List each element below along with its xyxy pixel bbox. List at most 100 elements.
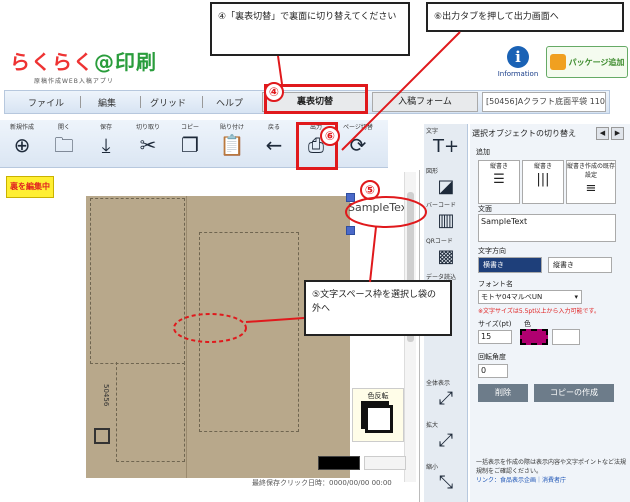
font-label: フォント名 xyxy=(478,280,513,288)
tool-label: 貼り付け xyxy=(219,124,244,131)
text-color-swatch[interactable] xyxy=(520,329,548,345)
folder-icon: 🗀 xyxy=(54,133,74,157)
input-form-button[interactable]: 入稿フォーム xyxy=(372,92,478,112)
barcode-icon: ▥ xyxy=(437,210,455,231)
copy-button[interactable]: コピー ❐ xyxy=(174,122,206,168)
text-label: 文面 xyxy=(478,205,492,213)
lines-icon: ≡ xyxy=(585,181,597,196)
print-area-left xyxy=(90,198,185,364)
vertical-template[interactable]: 縦書き ||| xyxy=(522,160,564,204)
template-select[interactable]: [50456]Aクラフト底面平袋 110… xyxy=(482,92,606,112)
default-template[interactable]: 縦書き作成の既存設定 ≡ xyxy=(566,160,616,204)
background-color-swatch[interactable] xyxy=(552,329,580,345)
font-select[interactable]: モトヤ04マルベUN ▾ xyxy=(478,290,582,304)
text-content-field[interactable]: SampleText xyxy=(478,214,616,242)
color-black-button[interactable] xyxy=(318,456,360,470)
barcode-tool[interactable]: バーコード ▥ xyxy=(426,200,466,233)
information-button[interactable]: i Information xyxy=(496,46,540,84)
fit-view-tool[interactable]: 全体表示 ⤢ xyxy=(426,378,466,411)
menu-edit[interactable]: 編集 xyxy=(98,96,116,109)
menu-divider xyxy=(140,96,141,108)
fit-icon: ⤢ xyxy=(438,388,454,409)
zoom-out-tool[interactable]: 縮小 ⤡ xyxy=(426,462,466,495)
info-icon: i xyxy=(507,46,529,68)
duplicate-button[interactable]: コピーの作成 xyxy=(534,384,614,402)
selection-handle[interactable] xyxy=(346,226,355,235)
step6-marker: ⑥ xyxy=(320,126,340,146)
next-object-button[interactable]: ▶ xyxy=(611,127,624,140)
callout-step4: ④「裏表切替」で裏面に切り替えてください xyxy=(210,2,410,56)
shape-icon: ◪ xyxy=(437,176,455,197)
new-button[interactable]: 新規作成 ⊕ xyxy=(6,122,38,168)
menu-divider xyxy=(80,96,81,108)
print-area-center xyxy=(199,232,299,432)
last-saved-time: 最終保存クリック日時：0000/00/00 00:00 xyxy=(252,479,392,487)
shape-tool[interactable]: 図形 ◪ xyxy=(426,166,466,199)
menu-grid[interactable]: グリッド xyxy=(150,96,186,109)
menu-file[interactable]: ファイル xyxy=(28,96,64,109)
cut-button[interactable]: 切り取り ✂ xyxy=(132,122,164,168)
bag-qr-mark xyxy=(94,428,110,444)
color-reverse-icon xyxy=(365,405,393,433)
orient-label: 縦書き xyxy=(533,163,552,170)
text-tool[interactable]: 文字 T+ xyxy=(426,126,466,159)
tool-label: ページ切替 xyxy=(343,124,373,131)
tool-label: 新規作成 xyxy=(9,124,34,131)
consumer-agency-link[interactable]: リンク：食品表示企画｜消費者庁 xyxy=(476,476,626,485)
rotation-label: 回転角度 xyxy=(478,353,506,361)
selection-handle[interactable] xyxy=(346,193,355,202)
connector-step4 xyxy=(277,55,283,85)
menu-help[interactable]: ヘルプ xyxy=(216,96,243,109)
chevron-down-icon: ▾ xyxy=(574,293,578,301)
vertical-direction-button[interactable]: 縦書き xyxy=(548,257,612,273)
page-switch-button[interactable]: ページ切替 ⟳ xyxy=(342,122,374,168)
callout-step6: ⑥出力タブを押して出力画面へ xyxy=(426,2,624,32)
refresh-icon: ⟳ xyxy=(349,133,367,157)
font-size-input[interactable]: 15 xyxy=(478,330,512,344)
back-side-badge: 裏を編集中 xyxy=(6,176,54,198)
new-file-icon: ⊕ xyxy=(13,133,31,157)
color-label: 色 xyxy=(524,320,531,328)
package-add-button[interactable]: パッケージ追加 xyxy=(546,46,628,78)
fold-line xyxy=(186,196,187,478)
tool-label: バーコード xyxy=(426,202,457,209)
qr-icon: ▩ xyxy=(437,246,455,267)
add-label: 追加 xyxy=(476,148,490,156)
save-button[interactable]: 保存 ⤓ xyxy=(90,122,122,168)
tool-label: 文字 xyxy=(426,128,439,135)
arrow-left-icon: ← xyxy=(265,133,283,157)
clipboard-icon: 📋 xyxy=(219,133,245,157)
panel-footnote: 一括表示を作成の際は表示内容や文字ポイントなど法規規制をご確認ください。 リンク… xyxy=(476,458,626,485)
panel-title: 選択オブジェクトの切り替え xyxy=(472,129,576,138)
horizontal-template[interactable]: 縦書き ☰ xyxy=(478,160,520,204)
download-icon: ⤓ xyxy=(101,133,111,157)
rotation-input[interactable]: 0 xyxy=(478,364,508,378)
horizontal-direction-button[interactable]: 横書き xyxy=(478,257,542,273)
tool-label: 保存 xyxy=(99,124,112,131)
logo-text-green: @印刷 xyxy=(94,50,157,74)
orient-label: 縦書き作成の既存設定 xyxy=(567,163,616,179)
qr-tool[interactable]: QRコード ▩ xyxy=(426,236,466,269)
color-reverse-panel[interactable]: 色反転 xyxy=(352,388,404,442)
bag-template[interactable]: 50456 xyxy=(86,196,350,478)
vertical-lines-icon: ||| xyxy=(536,172,550,187)
app-logo: らくらく@印刷 原稿作成WEB入稿アプリ xyxy=(10,46,170,86)
step5-marker: ⑤ xyxy=(360,180,380,200)
undo-button[interactable]: 戻る ← xyxy=(258,122,290,168)
color-white-button[interactable] xyxy=(364,456,406,470)
scissors-icon: ✂ xyxy=(139,133,157,157)
color-reverse-label: 色反転 xyxy=(367,392,389,400)
paste-button[interactable]: 貼り付け 📋 xyxy=(216,122,248,168)
open-button[interactable]: 開く 🗀 xyxy=(48,122,80,168)
lines-icon: ☰ xyxy=(493,172,505,187)
tool-label: 開く xyxy=(57,124,70,131)
zoom-in-tool[interactable]: 拡大 ⤢ xyxy=(426,420,466,453)
tool-label: 全体表示 xyxy=(426,380,451,387)
font-value: モトヤ04マルベUN xyxy=(481,293,543,301)
delete-button[interactable]: 削除 xyxy=(478,384,528,402)
tool-label: コピー xyxy=(180,124,199,131)
information-label: Information xyxy=(497,70,539,78)
tool-label: 図形 xyxy=(426,168,439,175)
zoom-in-icon: ⤢ xyxy=(438,430,454,451)
prev-object-button[interactable]: ◀ xyxy=(596,127,609,140)
